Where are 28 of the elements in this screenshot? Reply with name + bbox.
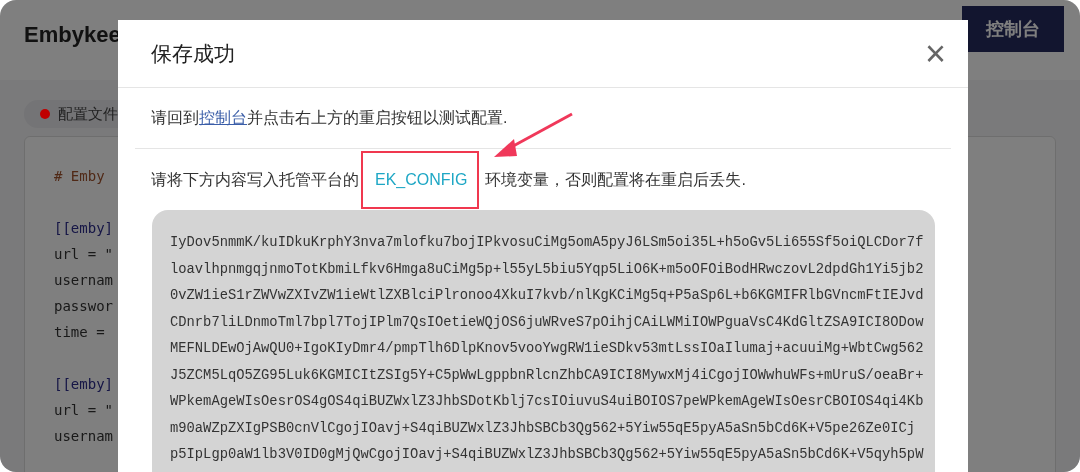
code-line: [[emby] [54, 375, 113, 394]
variable-name: EK_CONFIG [375, 170, 468, 188]
code-line: [[emby] [54, 219, 113, 238]
code-line: url = " [54, 401, 113, 420]
code-line: passwor [54, 297, 113, 316]
config-line: m90aWZpZXIgPSB0cnVlCgojIOavj+S4qiBUZWxlZ3JhbSBCb3Qg562+5Yiw55qE5pyA5aSn5bCd6K+V5pe26Ze0ICj [170, 419, 916, 438]
code-line: usernam [54, 427, 113, 446]
config-line: CDnrb7liLDnmoTml7bpl7TojIPlm7QsIOetieWQjOS6juWRveS7pOihjCAiLWMiIOWPguaVsC4KdGltZSA9ICI8ODow [170, 313, 924, 332]
note-text: 请将下方内容写入托管平台的 [151, 169, 359, 190]
config-line: J5ZCM5LqO5ZG95Luk6KGMICItZSIg5Y+C5pWwLgppbnRlcnZhbCA9ICI8MywxMj4iCgojIOWwhuWFs+mUruS/oeaBr+ [170, 366, 924, 385]
console-link[interactable]: 控制台 [199, 106, 247, 130]
config-line: IyDov5nmmK/kuIDkuKrphY3nva7mlofku7bojIPkvosuCiMg5omA5pyJ6LSm5oi35L+h5oGv5Li655Sf5oiQLCDor7f [170, 234, 924, 252]
config-line: WPkemAgeWIsOesrOS4gOS4qiBUZWxlZ3JhbSDotKblj7csIOiuvuS4uiBOIOS7peWPkemAgeWIsOesrCBOIOS4qi4Kb [170, 393, 924, 411]
tab-label: 配置文件 [58, 103, 118, 124]
code-comment: # Emby [54, 167, 105, 186]
code-line: url = " [54, 245, 113, 264]
dialog-title: 保存成功 [151, 40, 235, 67]
close-button[interactable]: × [916, 35, 954, 72]
code-line: usernam [54, 271, 113, 290]
config-line: MEFNLDEwOjAwQU0+IgoKIyDmr4/pmpTlh6DlpKnov5vooYwgRW1ieSDkv53mtLssIOaIlumaj+acuuiMg+WbtCwg562 [170, 340, 924, 358]
instruction-text: 请回到控制台并点击右上方的重启按钮以测试配置. [135, 88, 951, 149]
console-button[interactable]: 控制台 [962, 6, 1064, 52]
config-line: loavlhpnmgqjnmoTotKbmiLfkv6Hmga8uCiMg5p+l55yL5biu5Yqp5LiO6K+m5oOFOiBodHRwczovL2dpdGh1Yi5jb2 [170, 260, 924, 279]
config-line: 0vZW1ieS1rZWVwZXIvZW1ieWtlZXBlciPlronoo4XkuI7kvb/nlKgKCiMg5q+P5aSp6L+b6KGMIFRlbGVncmFtIEJvd [170, 287, 924, 305]
code-line: time = [54, 323, 105, 342]
note-text: 环境变量，否则配置将在重启后丢失. [485, 169, 746, 190]
config-line: p5IpLgp0aW1lb3V0ID0gMjQwCgojIOavj+S4qiBUZWxlZ3JhbSBCb3Qg562+5Yiw55qE5pyA5aSn5bCd6K+V5qyh5pW [170, 446, 924, 464]
app-title: Embykee [24, 21, 121, 49]
